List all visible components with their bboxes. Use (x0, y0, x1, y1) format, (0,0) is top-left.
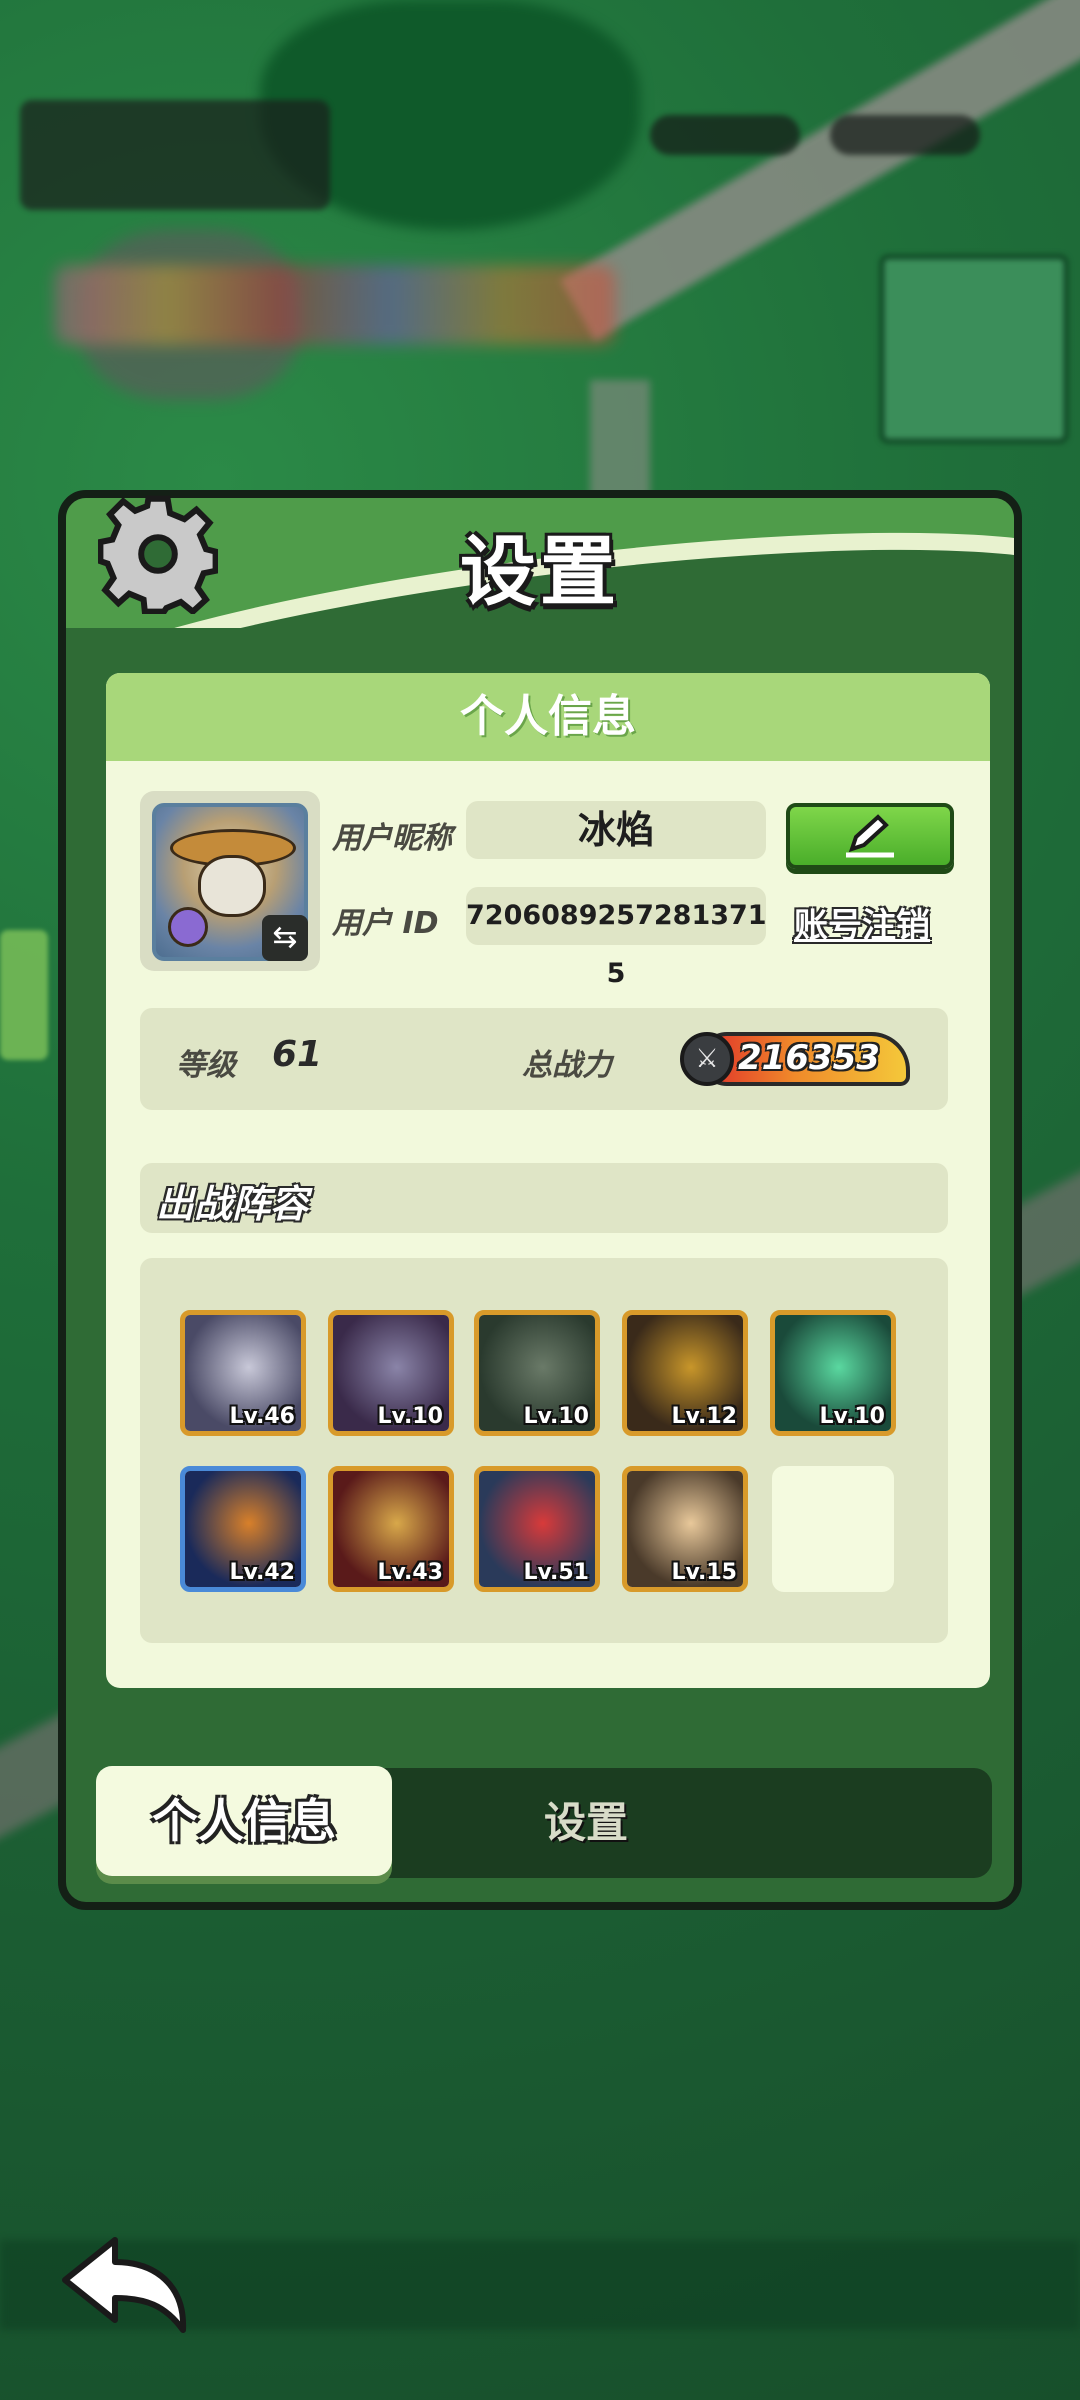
level-label: 等级 (176, 1048, 236, 1083)
section-title: 个人信息 (106, 673, 990, 761)
user-id-label: 用户 ID (332, 906, 439, 941)
back-arrow-icon[interactable] (55, 2230, 195, 2340)
lineup-title: 出战阵容 (156, 1182, 309, 1226)
edit-nickname-button[interactable] (786, 803, 954, 869)
hero-strip (55, 265, 615, 345)
avatar-frame[interactable]: ⇆ (140, 791, 320, 971)
level-value: 61 (272, 1034, 323, 1075)
hero-level: Lv.10 (523, 1404, 589, 1429)
hero-slot[interactable]: Lv.43 (328, 1466, 454, 1592)
avatar[interactable]: ⇆ (152, 803, 308, 961)
hero-slot[interactable]: Lv.42 (180, 1466, 306, 1592)
profile-card: 个人信息 ⇆ 用户昵称 冰焰 用户 ID 7206089257281371​5 … (106, 673, 990, 1688)
hero-level: Lv.15 (671, 1560, 737, 1585)
swap-avatar-icon[interactable]: ⇆ (262, 915, 308, 961)
hero-level: Lv.10 (819, 1404, 885, 1429)
tab-personal-info[interactable]: 个人信息 (96, 1766, 392, 1876)
nickname-field: 冰焰 (466, 801, 766, 859)
lineup-header: 出战阵容 (140, 1163, 948, 1233)
hero-slot[interactable]: Lv.15 (622, 1466, 748, 1592)
dialog-title: 设置 (460, 527, 620, 616)
user-id-field: 7206089257281371​5 (466, 887, 767, 989)
nickname-label: 用户昵称 (332, 821, 452, 856)
tab-bar: 个人信息 设置 (96, 1766, 992, 1878)
minimap (880, 255, 1068, 443)
hero-slot[interactable]: Lv.12 (622, 1310, 748, 1436)
resource-pill (830, 115, 980, 155)
resource-pill (650, 115, 800, 155)
power-label: 总战力 (522, 1048, 612, 1083)
hero-slot[interactable]: Lv.46 (180, 1310, 306, 1436)
power-badge: ⚔ 216353 (680, 1032, 910, 1086)
delete-account-link[interactable]: 账号注销 (794, 898, 930, 947)
hero-level: Lv.10 (377, 1404, 443, 1429)
hero-level: Lv.46 (229, 1404, 295, 1429)
side-button (0, 930, 48, 1060)
tab-settings[interactable]: 设置 (486, 1768, 686, 1878)
lineup-grid: Lv.46 Lv.10 Lv.10 Lv.12 Lv.10 Lv.42 Lv.43 Lv.51… (140, 1258, 948, 1643)
settings-dialog: 设置 个人信息 ⇆ 用户昵称 冰焰 用户 ID 7206089257281371… (58, 490, 1022, 1910)
avatar-orb (168, 907, 208, 947)
pencil-icon (846, 814, 894, 858)
hero-slot[interactable]: Lv.10 (474, 1310, 600, 1436)
hero-level: Lv.51 (523, 1560, 589, 1585)
hero-level: Lv.43 (377, 1560, 443, 1585)
hero-slot[interactable]: Lv.10 (770, 1310, 896, 1436)
power-value: 216353 (738, 1038, 880, 1078)
hero-slot[interactable]: Lv.51 (474, 1466, 600, 1592)
hero-slot[interactable]: Lv.10 (328, 1310, 454, 1436)
empty-hero-slot[interactable] (772, 1466, 894, 1592)
player-bar (20, 100, 330, 210)
stats-bar: 等级 61 总战力 ⚔ 216353 (140, 1008, 948, 1110)
avatar-face (198, 855, 266, 917)
crossed-swords-icon: ⚔ (680, 1032, 734, 1086)
hero-level: Lv.42 (229, 1560, 295, 1585)
hero-level: Lv.12 (671, 1404, 737, 1429)
